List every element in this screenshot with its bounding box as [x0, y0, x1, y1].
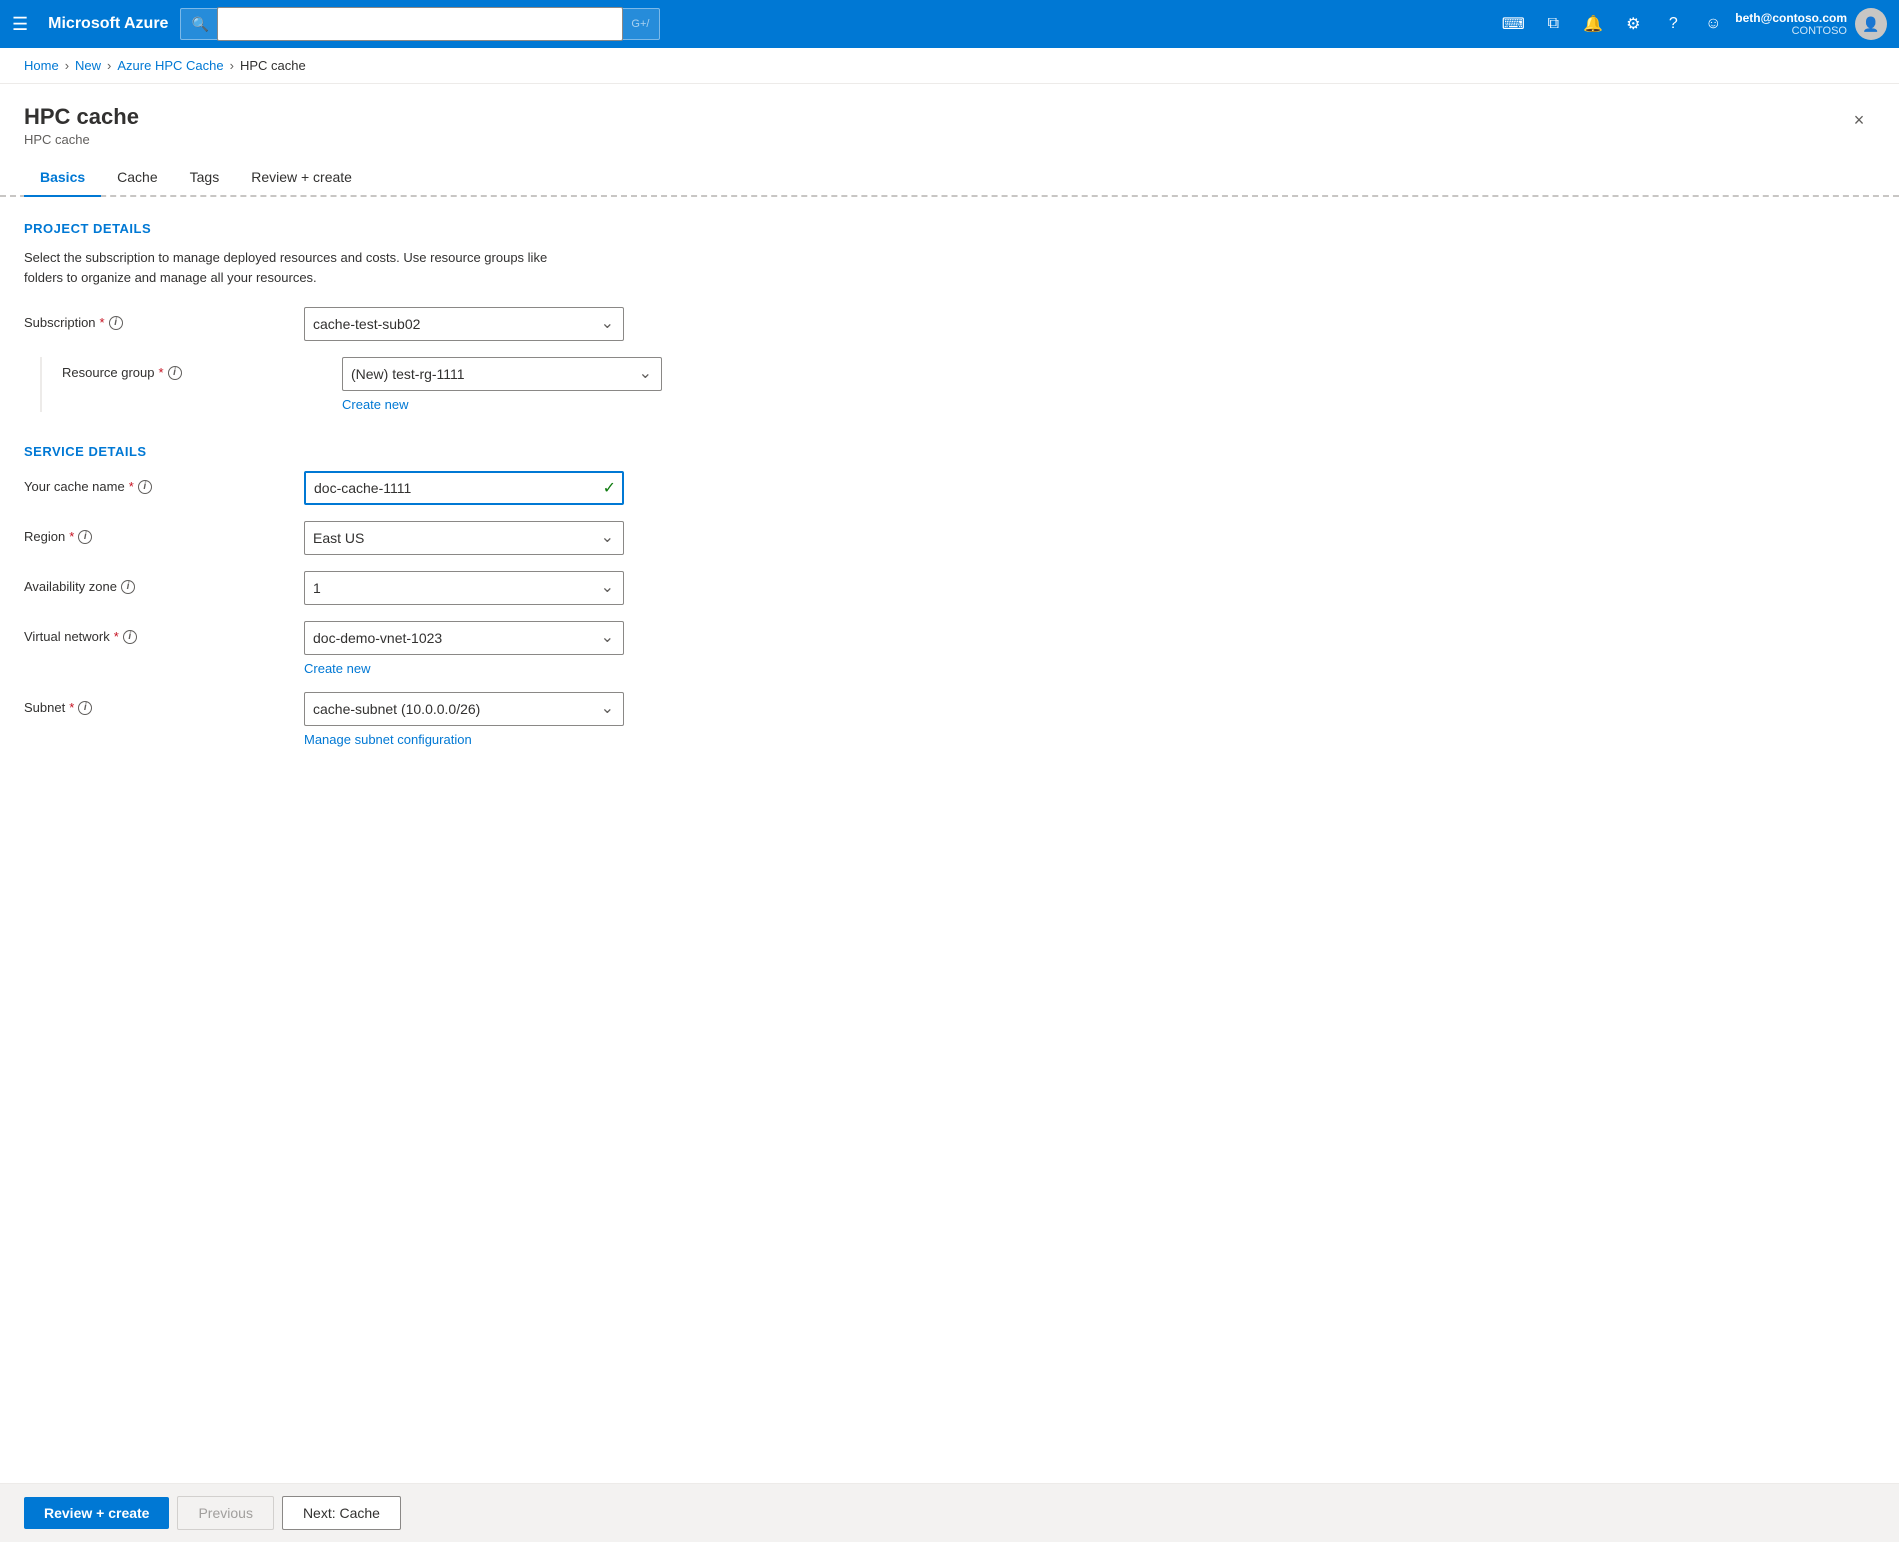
tab-review-create[interactable]: Review + create	[235, 159, 368, 197]
region-field: East US	[304, 521, 624, 555]
breadcrumb-sep-1: ›	[65, 58, 69, 73]
availability-zone-row: Availability zone i 1	[24, 571, 1875, 605]
breadcrumb-sep-2: ›	[107, 58, 111, 73]
search-input[interactable]	[217, 7, 624, 41]
top-navigation: ☰ Microsoft Azure 🔍 G+/ ⌨ ⧉ 🔔 ⚙ ? ☺ beth…	[0, 0, 1899, 48]
create-new-vnet-link[interactable]: Create new	[304, 661, 370, 676]
review-create-button[interactable]: Review + create	[24, 1497, 169, 1529]
next-cache-button[interactable]: Next: Cache	[282, 1496, 401, 1530]
subscription-required: *	[100, 315, 105, 330]
region-label: Region * i	[24, 521, 304, 544]
virtual-network-info-icon[interactable]: i	[123, 630, 137, 644]
tab-bar: Basics Cache Tags Review + create	[0, 159, 1899, 197]
cache-name-wrapper: ✓	[304, 471, 624, 505]
breadcrumb-azure-hpc-cache[interactable]: Azure HPC Cache	[117, 58, 223, 73]
settings-icon[interactable]: ⚙	[1615, 6, 1651, 42]
cache-name-label: Your cache name * i	[24, 471, 304, 494]
virtual-network-row: Virtual network * i doc-demo-vnet-1023 C…	[24, 621, 1875, 676]
breadcrumb-sep-3: ›	[230, 58, 234, 73]
subscription-select-wrapper: cache-test-sub02	[304, 307, 624, 341]
virtual-network-label: Virtual network * i	[24, 621, 304, 644]
breadcrumb: Home › New › Azure HPC Cache › HPC cache	[0, 48, 1899, 84]
region-required: *	[69, 529, 74, 544]
virtual-network-field: doc-demo-vnet-1023 Create new	[304, 621, 624, 676]
resource-group-select[interactable]: (New) test-rg-1111	[342, 357, 662, 391]
breadcrumb-new[interactable]: New	[75, 58, 101, 73]
tab-basics[interactable]: Basics	[24, 159, 101, 197]
resource-group-info-icon[interactable]: i	[168, 366, 182, 380]
subscription-label: Subscription * i	[24, 307, 304, 330]
subscription-row: Subscription * i cache-test-sub02	[24, 307, 1875, 341]
service-details-section: SERVICE DETAILS Your cache name * i ✓	[24, 444, 1875, 747]
page-subtitle: HPC cache	[24, 132, 139, 147]
cache-name-input[interactable]	[304, 471, 624, 505]
manage-subnet-link[interactable]: Manage subnet configuration	[304, 732, 472, 747]
subnet-label: Subnet * i	[24, 692, 304, 715]
project-details-section: PROJECT DETAILS Select the subscription …	[24, 221, 1875, 412]
subnet-select[interactable]: cache-subnet (10.0.0.0/26)	[304, 692, 624, 726]
hamburger-icon[interactable]: ☰	[12, 14, 28, 35]
avatar: 👤	[1855, 8, 1887, 40]
cache-name-info-icon[interactable]: i	[138, 480, 152, 494]
user-tenant: CONTOSO	[1735, 25, 1847, 37]
feedback-icon[interactable]: ☺	[1695, 6, 1731, 42]
nav-icons: ⌨ ⧉ 🔔 ⚙ ? ☺ beth@contoso.com CONTOSO 👤	[1495, 6, 1887, 42]
project-details-description: Select the subscription to manage deploy…	[24, 248, 584, 287]
virtual-network-required: *	[114, 629, 119, 644]
service-details-title: SERVICE DETAILS	[24, 444, 1875, 459]
create-new-resource-group-link[interactable]: Create new	[342, 397, 408, 412]
cache-name-row: Your cache name * i ✓	[24, 471, 1875, 505]
resource-group-required: *	[159, 365, 164, 380]
cache-name-field: ✓	[304, 471, 624, 505]
subnet-info-icon[interactable]: i	[78, 701, 92, 715]
project-details-title: PROJECT DETAILS	[24, 221, 1875, 236]
region-select[interactable]: East US	[304, 521, 624, 555]
availability-zone-info-icon[interactable]: i	[121, 580, 135, 594]
resource-group-field: (New) test-rg-1111 Create new	[342, 357, 662, 412]
search-bar[interactable]: 🔍 G+/	[180, 8, 660, 40]
cloud-shell-icon[interactable]: ⌨	[1495, 6, 1531, 42]
subnet-required: *	[69, 700, 74, 715]
directory-icon[interactable]: ⧉	[1535, 6, 1571, 42]
subscription-info-icon[interactable]: i	[109, 316, 123, 330]
keyboard-shortcut: G+/	[631, 18, 649, 30]
virtual-network-select[interactable]: doc-demo-vnet-1023	[304, 621, 624, 655]
region-info-icon[interactable]: i	[78, 530, 92, 544]
previous-button: Previous	[177, 1496, 273, 1530]
subscription-select[interactable]: cache-test-sub02	[304, 307, 624, 341]
subscription-field: cache-test-sub02	[304, 307, 624, 341]
main-content: HPC cache HPC cache × Basics Cache Tags …	[0, 84, 1899, 1538]
form-content: PROJECT DETAILS Select the subscription …	[0, 197, 1899, 1538]
availability-zone-label: Availability zone i	[24, 571, 304, 594]
search-icon: 🔍	[191, 16, 208, 33]
subnet-field: cache-subnet (10.0.0.0/26) Manage subnet…	[304, 692, 624, 747]
cache-name-required: *	[129, 479, 134, 494]
resource-group-row: Resource group * i (New) test-rg-1111 Cr…	[40, 357, 1875, 412]
page-header: HPC cache HPC cache ×	[0, 84, 1899, 147]
cache-name-valid-icon: ✓	[603, 478, 616, 498]
page-title: HPC cache	[24, 104, 139, 130]
breadcrumb-home[interactable]: Home	[24, 58, 59, 73]
close-button[interactable]: ×	[1843, 104, 1875, 136]
notifications-icon[interactable]: 🔔	[1575, 6, 1611, 42]
brand-logo: Microsoft Azure	[48, 15, 168, 33]
user-email: beth@contoso.com	[1735, 11, 1847, 25]
tab-cache[interactable]: Cache	[101, 159, 173, 197]
breadcrumb-current: HPC cache	[240, 58, 306, 73]
help-icon[interactable]: ?	[1655, 6, 1691, 42]
resource-group-label: Resource group * i	[62, 357, 342, 380]
tab-tags[interactable]: Tags	[174, 159, 236, 197]
availability-zone-select[interactable]: 1	[304, 571, 624, 605]
region-row: Region * i East US	[24, 521, 1875, 555]
availability-zone-field: 1	[304, 571, 624, 605]
footer: Review + create Previous Next: Cache	[0, 1483, 1899, 1542]
subnet-row: Subnet * i cache-subnet (10.0.0.0/26) Ma…	[24, 692, 1875, 747]
user-menu[interactable]: beth@contoso.com CONTOSO 👤	[1735, 8, 1887, 40]
